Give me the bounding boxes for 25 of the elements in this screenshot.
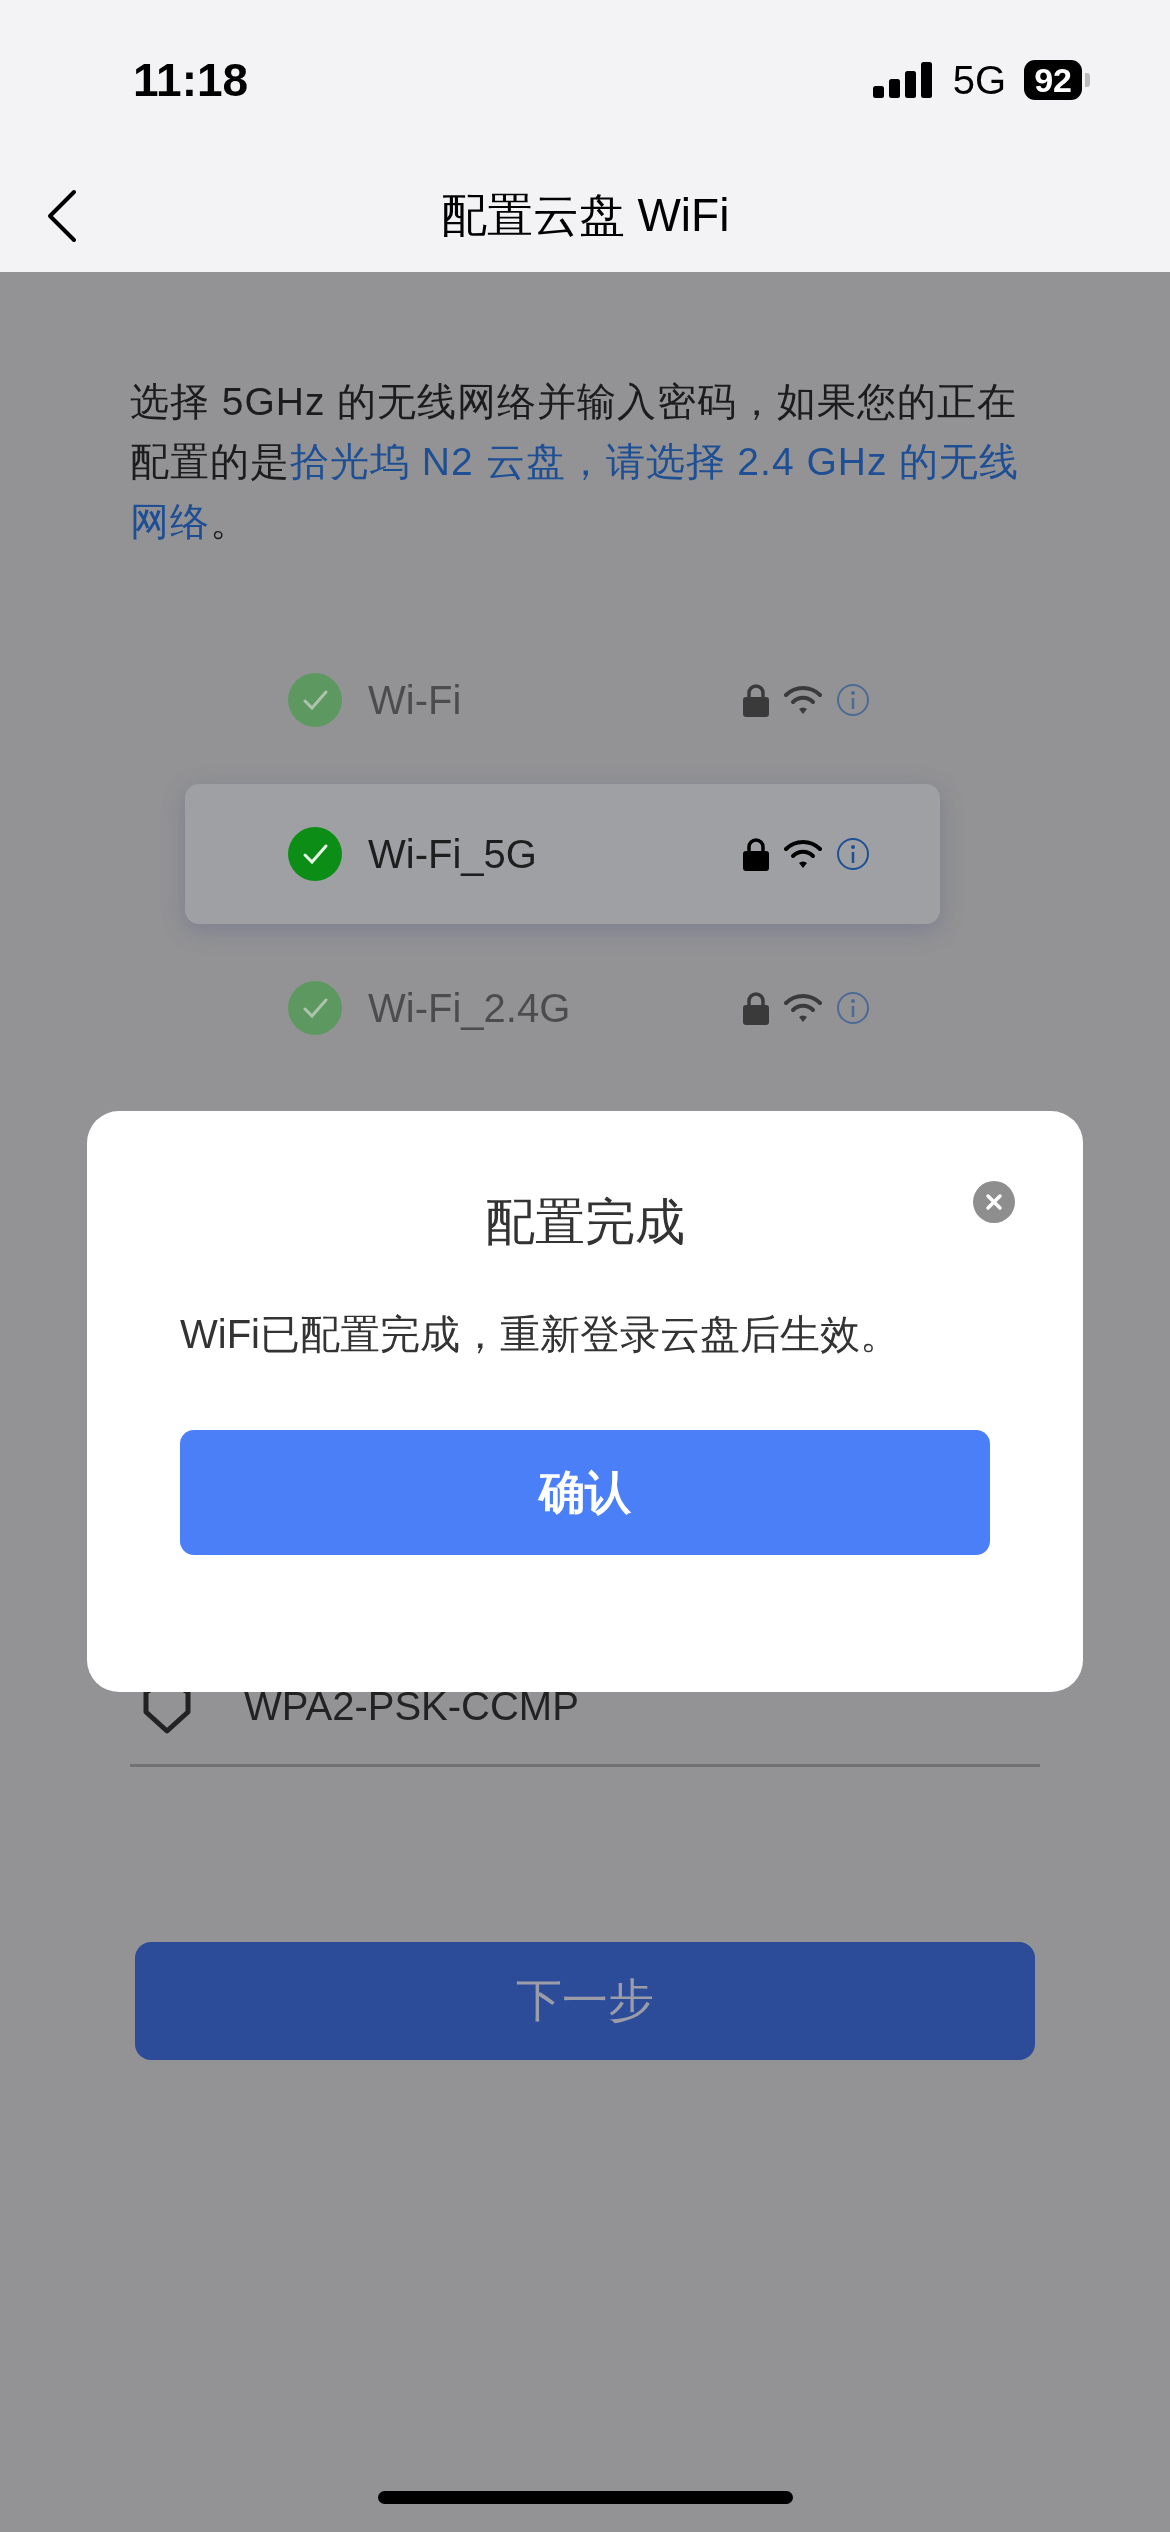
security-value: WPA2-PSK-CCMP	[244, 1683, 579, 1729]
signal-icon	[872, 62, 935, 98]
lock-icon	[742, 683, 770, 717]
info-icon[interactable]	[836, 837, 870, 871]
network-item[interactable]: Wi-Fi_5G	[185, 784, 940, 924]
info-icon[interactable]	[836, 683, 870, 717]
network-item[interactable]: Wi-Fi	[185, 630, 940, 770]
wifi-icon	[784, 993, 822, 1023]
status-time: 11:18	[133, 53, 250, 107]
lock-icon	[742, 991, 770, 1025]
dialog-message: WiFi已配置完成，重新登录云盘后生效。	[180, 1311, 900, 1358]
battery-indicator: 92	[1024, 60, 1090, 100]
dialog-title: 配置完成	[485, 1193, 685, 1252]
close-button[interactable]	[973, 1181, 1015, 1223]
instruction-text: 选择 5GHz 的无线网络并输入密码，如果您的正在配置的是拾光坞 N2 云盘，请选择 2.4 GHz 的无线网络。	[130, 379, 1021, 545]
wifi-icon	[784, 839, 822, 869]
page-title: 配置云盘 WiFi	[440, 188, 730, 243]
confirm-button[interactable]: 确认	[180, 1430, 990, 1555]
close-icon	[985, 1193, 1003, 1211]
next-button[interactable]: 下一步	[135, 1942, 1035, 2060]
info-icon[interactable]	[836, 991, 870, 1025]
network-item[interactable]: Wi-Fi_2.4G	[185, 938, 940, 1078]
network-label: 5G	[952, 57, 1007, 103]
wifi-icon	[784, 685, 822, 715]
lock-icon	[742, 837, 770, 871]
